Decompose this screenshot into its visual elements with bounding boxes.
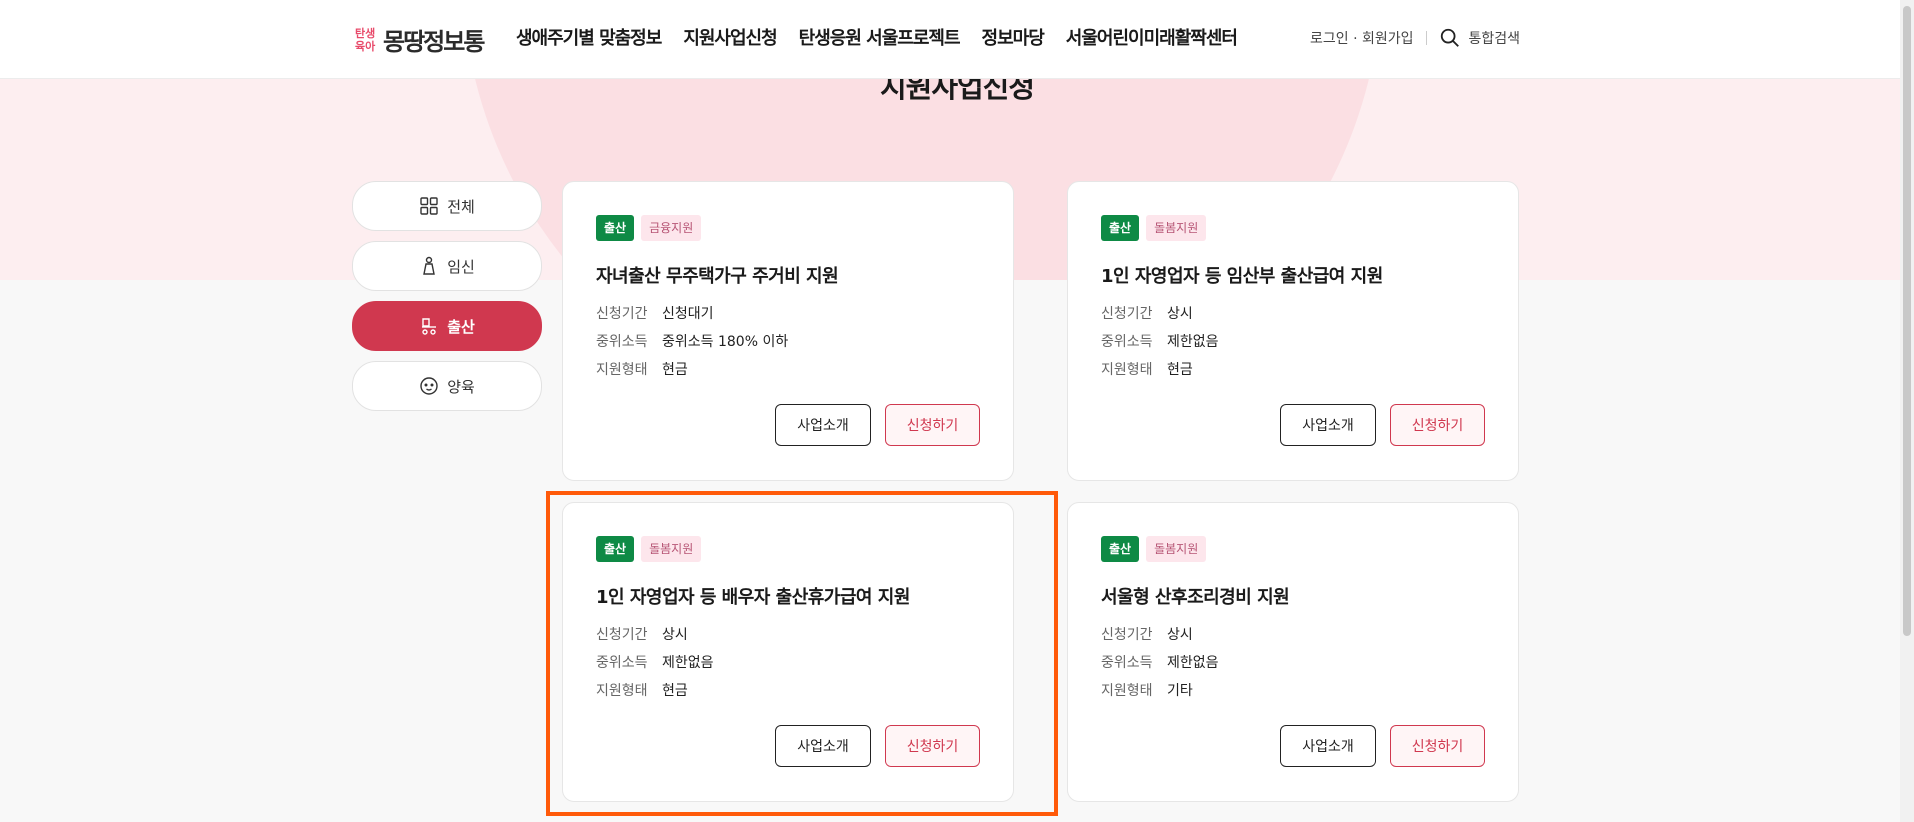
- card-title: 자녀출산 무주택가구 주거비 지원: [596, 266, 839, 287]
- nav-item-apply[interactable]: 지원사업신청: [683, 24, 777, 50]
- card-actions: 사업소개 신청하기: [775, 404, 980, 446]
- nav-item-center[interactable]: 서울어린이미래활짝센터: [1066, 24, 1238, 50]
- info-label: 중위소득: [596, 334, 648, 350]
- info-value: 현금: [1167, 362, 1193, 378]
- header-utility: 로그인 · 회원가입 통합검색: [1310, 27, 1520, 49]
- intro-button[interactable]: 사업소개: [775, 725, 871, 767]
- card-info: 신청기간 상시 중위소득 제한없음 지원형태 기타: [1101, 624, 1219, 708]
- category-tag: 출산: [1101, 215, 1140, 241]
- info-label: 중위소득: [1101, 655, 1153, 671]
- logo-subtext: 탄생 육아: [355, 26, 376, 53]
- category-tag: 출산: [1101, 536, 1140, 562]
- info-label: 신청기간: [596, 306, 648, 322]
- support-type-tag: 돌봄지원: [1146, 215, 1207, 241]
- card-tags: 출산 돌봄지원: [596, 536, 702, 562]
- support-type-tag: 금융지원: [641, 215, 702, 241]
- nav-item-lifecycle[interactable]: 생애주기별 맞춤정보: [516, 24, 662, 50]
- card-title: 1인 자영업자 등 임산부 출산급여 지원: [1101, 266, 1383, 287]
- scrollbar-thumb[interactable]: [1903, 6, 1911, 636]
- info-value: 제한없음: [1167, 655, 1219, 671]
- program-card: 출산 돌봄지원 서울형 산후조리경비 지원 신청기간 상시 중위소득 제한없음 지원…: [1067, 502, 1519, 802]
- stroller-icon: [422, 318, 437, 335]
- category-tag: 출산: [596, 536, 635, 562]
- support-type-tag: 돌봄지원: [641, 536, 702, 562]
- apply-button[interactable]: 신청하기: [1390, 404, 1485, 446]
- info-value: 신청대기: [662, 306, 714, 322]
- card-actions: 사업소개 신청하기: [775, 725, 980, 767]
- info-value: 상시: [1167, 627, 1193, 643]
- intro-button[interactable]: 사업소개: [1280, 404, 1376, 446]
- card-tags: 출산 돌봄지원: [1101, 536, 1207, 562]
- site-logo[interactable]: 탄생 육아 몽땅정보통: [355, 22, 485, 57]
- intro-button[interactable]: 사업소개: [775, 404, 871, 446]
- info-value: 현금: [662, 362, 688, 378]
- info-value: 상시: [1167, 306, 1193, 322]
- info-label: 지원형태: [1101, 683, 1153, 699]
- category-all[interactable]: 전체: [352, 181, 542, 231]
- category-label: 임신: [447, 257, 475, 276]
- card-tags: 출산 돌봄지원: [1101, 215, 1207, 241]
- info-value: 상시: [662, 627, 688, 643]
- category-tag: 출산: [596, 215, 635, 241]
- card-actions: 사업소개 신청하기: [1280, 404, 1485, 446]
- login-link[interactable]: 로그인 · 회원가입: [1310, 28, 1414, 48]
- info-label: 지원형태: [596, 683, 648, 699]
- divider: [1425, 31, 1427, 45]
- category-parenting[interactable]: 양육: [352, 361, 542, 411]
- card-title: 1인 자영업자 등 배우자 출산휴가급여 지원: [596, 587, 910, 608]
- nav-item-birth-project[interactable]: 탄생응원 서울프로젝트: [799, 24, 961, 50]
- card-title: 서울형 산후조리경비 지원: [1101, 587, 1290, 608]
- search-icon[interactable]: [1439, 27, 1461, 49]
- category-label: 전체: [447, 197, 475, 216]
- info-label: 중위소득: [1101, 334, 1153, 350]
- main-nav: 생애주기별 맞춤정보 지원사업신청 탄생응원 서울프로젝트 정보마당 서울어린이…: [516, 24, 1238, 50]
- card-info: 신청기간 상시 중위소득 제한없음 지원형태 현금: [1101, 303, 1219, 387]
- info-value: 제한없음: [662, 655, 714, 671]
- category-pregnancy[interactable]: 임신: [352, 241, 542, 291]
- apply-button[interactable]: 신청하기: [1390, 725, 1485, 767]
- category-label: 출산: [447, 317, 475, 336]
- info-label: 신청기간: [1101, 306, 1153, 322]
- pregnancy-icon: [423, 256, 436, 275]
- scrollbar[interactable]: [1900, 0, 1914, 822]
- program-card: 출산 돌봄지원 1인 자영업자 등 임산부 출산급여 지원 신청기간 상시 중위소…: [1067, 181, 1519, 481]
- info-value: 제한없음: [1167, 334, 1219, 350]
- program-card: 출산 금융지원 자녀출산 무주택가구 주거비 지원 신청기간 신청대기 중위소득 중…: [562, 181, 1014, 481]
- card-info: 신청기간 신청대기 중위소득 중위소득 180% 이하 지원형태 현금: [596, 303, 788, 387]
- card-info: 신청기간 상시 중위소득 제한없음 지원형태 현금: [596, 624, 714, 708]
- card-tags: 출산 금융지원: [596, 215, 702, 241]
- info-label: 신청기간: [1101, 627, 1153, 643]
- info-label: 중위소득: [596, 655, 648, 671]
- program-card: 출산 돌봄지원 1인 자영업자 등 배우자 출산휴가급여 지원 신청기간 상시 중…: [562, 502, 1014, 802]
- grid-icon: [420, 197, 438, 215]
- site-header: 탄생 육아 몽땅정보통 생애주기별 맞춤정보 지원사업신청 탄생응원 서울프로젝…: [0, 0, 1914, 79]
- category-filter: 전체 임신 출산 양육: [352, 181, 542, 421]
- info-value: 중위소득 180% 이하: [662, 334, 789, 350]
- support-type-tag: 돌봄지원: [1146, 536, 1207, 562]
- baby-face-icon: [420, 377, 438, 395]
- info-label: 지원형태: [1101, 362, 1153, 378]
- search-link[interactable]: 통합검색: [1469, 28, 1521, 48]
- intro-button[interactable]: 사업소개: [1280, 725, 1376, 767]
- logo-text: 몽땅정보통: [383, 28, 485, 56]
- card-actions: 사업소개 신청하기: [1280, 725, 1485, 767]
- info-label: 지원형태: [596, 362, 648, 378]
- nav-item-info[interactable]: 정보마당: [982, 24, 1045, 50]
- category-birth[interactable]: 출산: [352, 301, 542, 351]
- apply-button[interactable]: 신청하기: [885, 725, 980, 767]
- apply-button[interactable]: 신청하기: [885, 404, 980, 446]
- info-value: 현금: [662, 683, 688, 699]
- info-value: 기타: [1167, 683, 1193, 699]
- info-label: 신청기간: [596, 627, 648, 643]
- category-label: 양육: [447, 377, 475, 396]
